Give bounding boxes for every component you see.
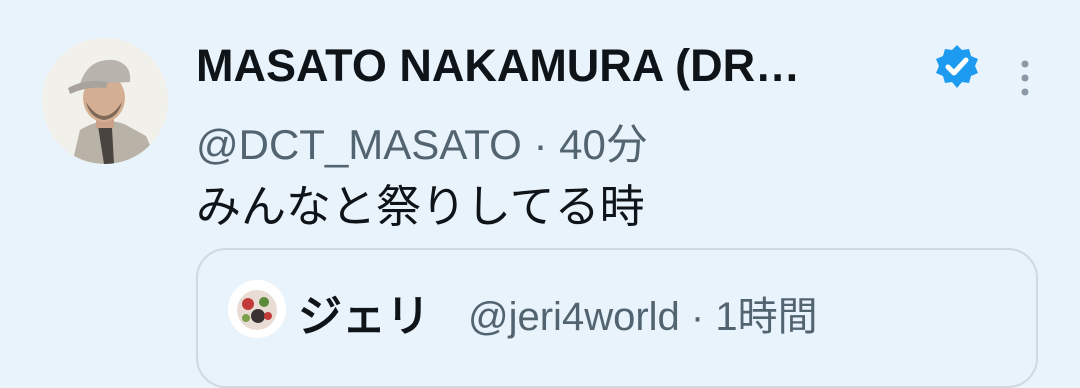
quoted-avatar-image [228, 280, 286, 338]
quoted-tweet-card[interactable]: ジェリ @jeri4world · 1時間 [196, 248, 1038, 388]
author-handle[interactable]: @DCT_MASATO [196, 121, 522, 168]
tweet[interactable]: MASATO NAKAMURA (DR… @DCT_MASATO · 40分 み… [0, 0, 1080, 388]
quoted-author-avatar[interactable] [228, 280, 286, 338]
quoted-author-display-name[interactable]: ジェリ [298, 280, 430, 344]
meta-separator: · [533, 121, 548, 168]
tweet-text: みんなと祭りしてる時 [196, 181, 645, 232]
verified-badge-icon [936, 45, 978, 88]
author-avatar[interactable] [42, 38, 168, 164]
more-options-icon[interactable] [1010, 56, 1040, 100]
author-avatar-image [42, 38, 168, 164]
quoted-author-meta: @jeri4world · 1時間 [468, 284, 818, 342]
quoted-tweet-timestamp[interactable]: 1時間 [715, 295, 817, 339]
quoted-author-handle[interactable]: @jeri4world [468, 295, 680, 339]
author-display-name[interactable]: MASATO NAKAMURA (DR… [196, 40, 800, 92]
tweet-timestamp[interactable]: 40分 [559, 121, 648, 168]
quoted-meta-separator: · [690, 295, 705, 339]
author-handle-line: @DCT_MASATO · 40分 [196, 111, 648, 172]
